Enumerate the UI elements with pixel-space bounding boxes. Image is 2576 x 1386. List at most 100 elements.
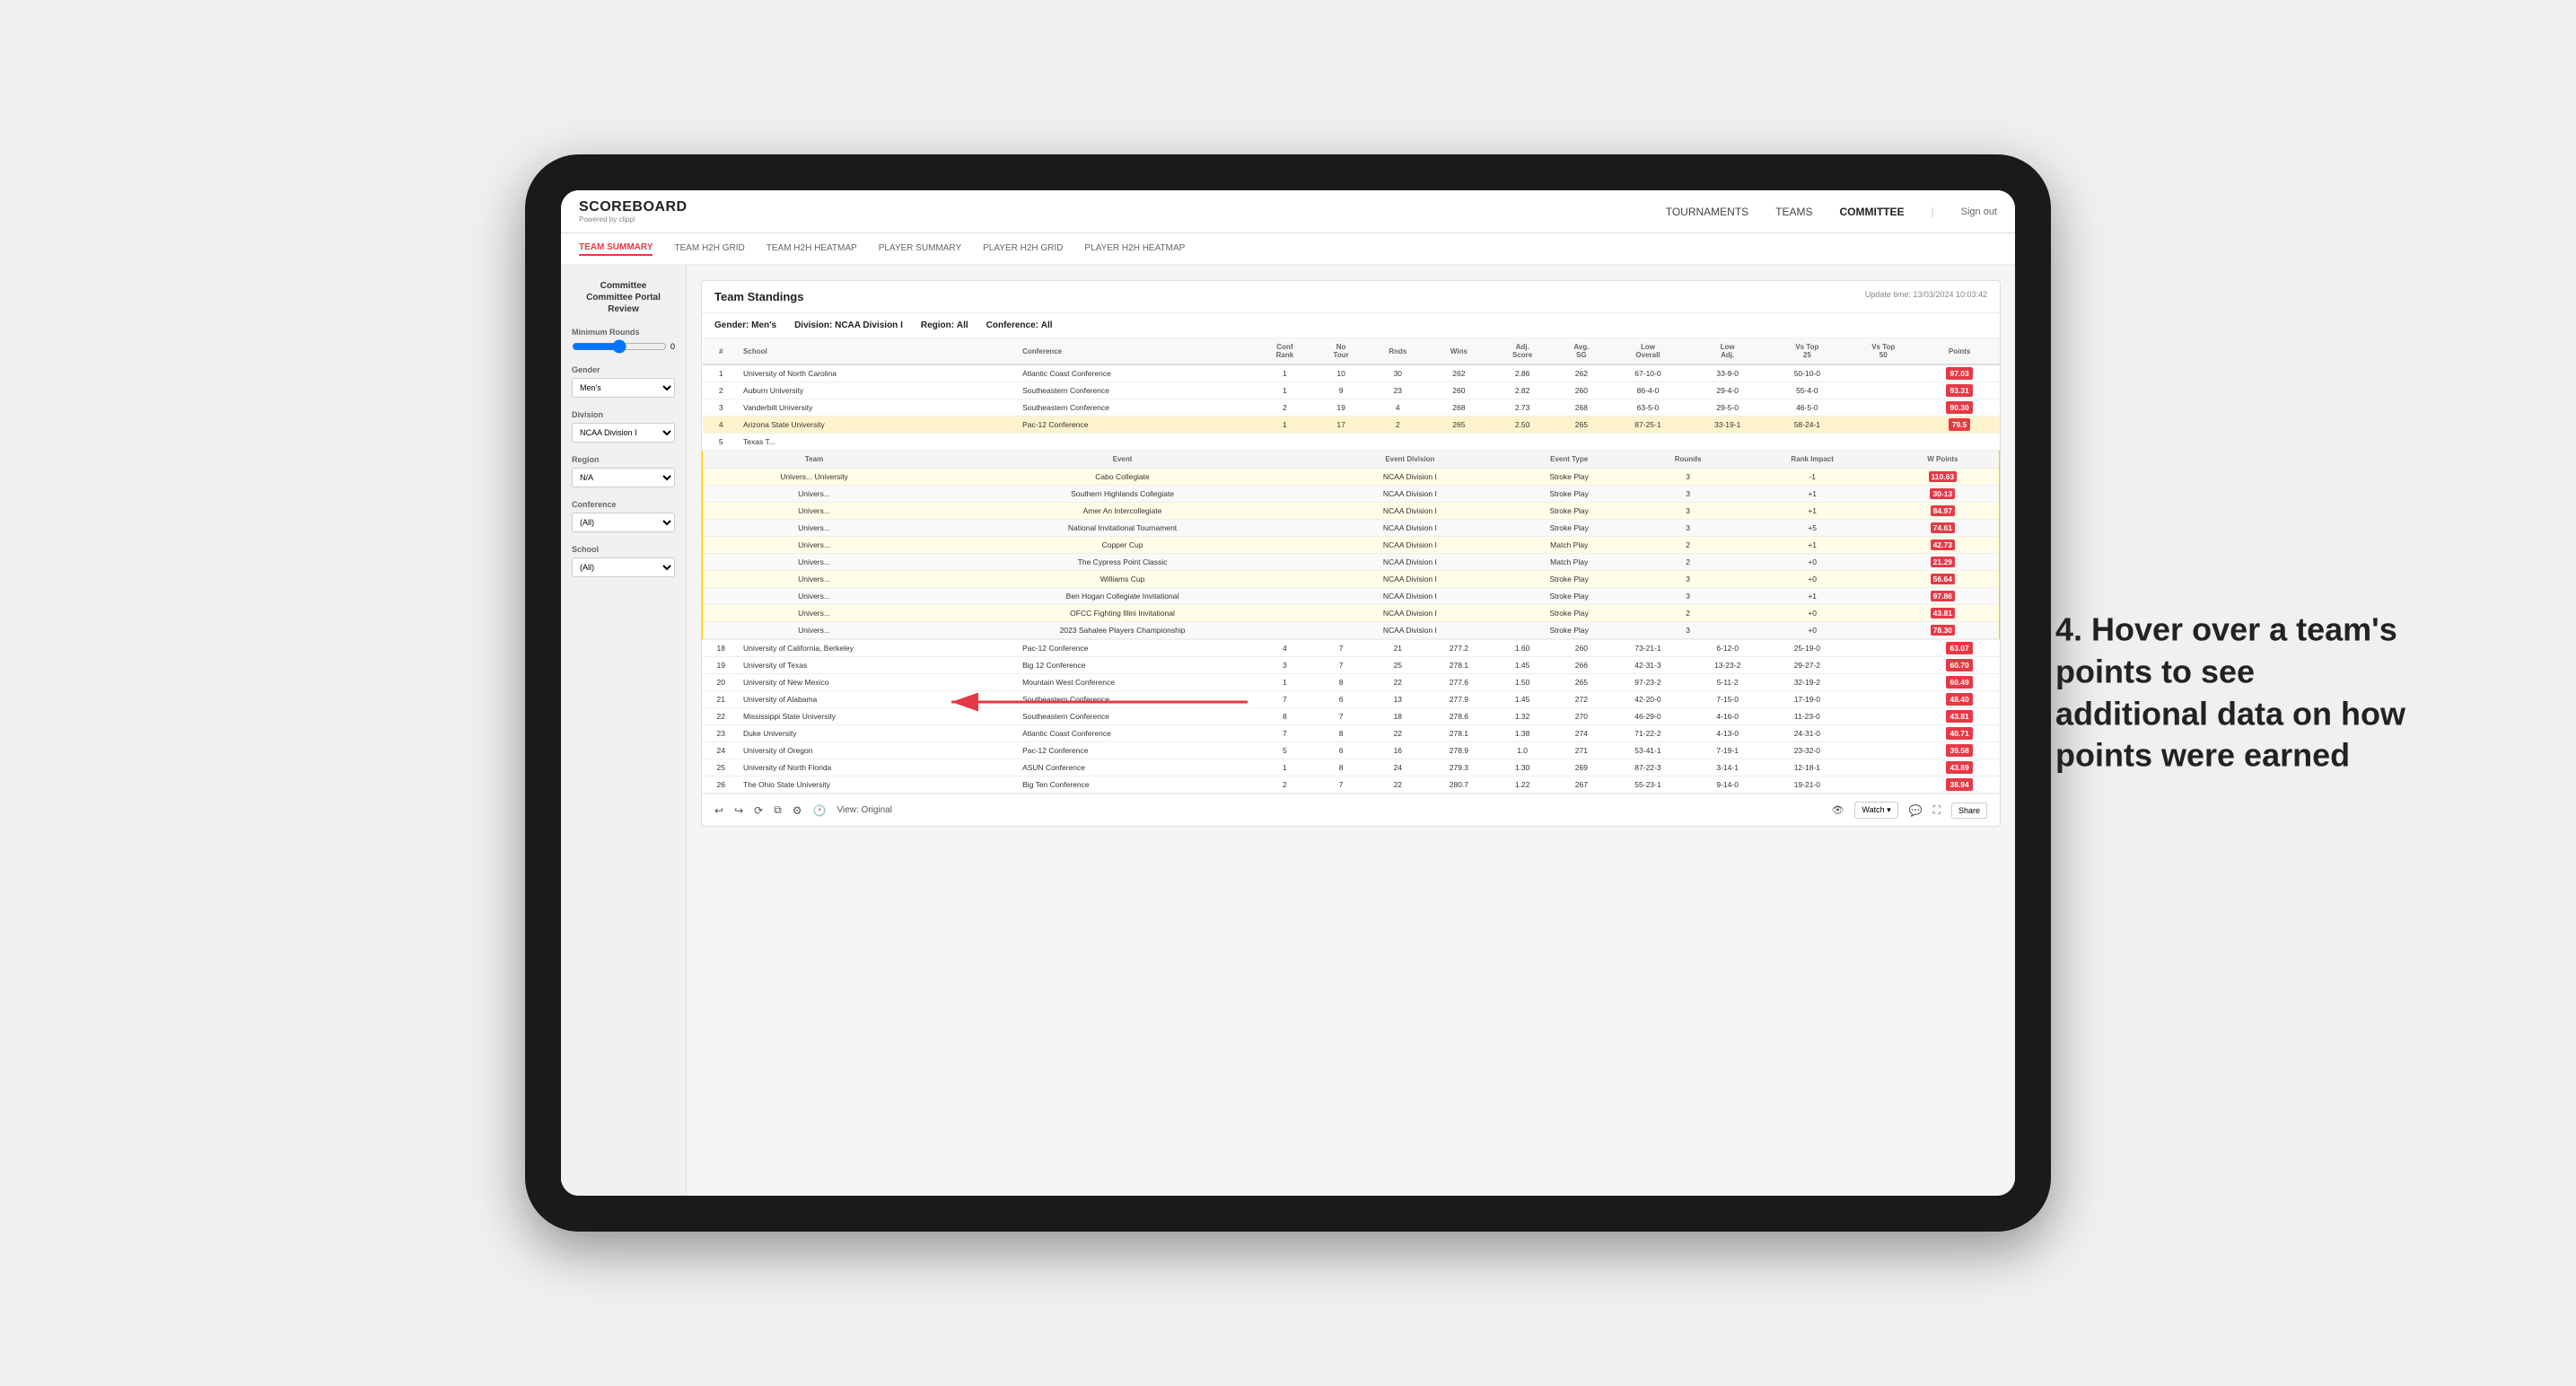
expand-icon[interactable]: ⛶ (1933, 803, 1941, 817)
table-row: 20 University of New Mexico Mountain Wes… (703, 674, 2000, 691)
event-row: Univers... The Cypress Point Classic NCA… (703, 554, 1999, 571)
table-row: 22 Mississippi State University Southeas… (703, 708, 2000, 725)
annotation-text: 4. Hover over a team's points to see add… (2055, 609, 2414, 776)
col-adj-score: Adj.Score (1490, 338, 1555, 364)
col-no-tour: NoTour (1314, 338, 1368, 364)
eye-icon: 👁 (1831, 804, 1844, 816)
event-row: Univers... OFCC Fighting Illini Invitati… (703, 605, 1999, 622)
school-select[interactable]: (All) (572, 557, 675, 577)
tab-team-summary[interactable]: TEAM SUMMARY (579, 242, 653, 256)
nav-tournaments[interactable]: TOURNAMENTS (1666, 206, 1748, 218)
tab-player-summary[interactable]: PLAYER SUMMARY (879, 243, 961, 255)
col-wins: Wins (1428, 338, 1491, 364)
nav-committee[interactable]: COMMITTEE (1840, 206, 1905, 218)
logo-text: SCOREBOARD (579, 199, 688, 215)
event-row: Univers... Williams Cup NCAA Division I … (703, 571, 1999, 588)
table-row: 2 Auburn University Southeastern Confere… (703, 382, 2000, 399)
sub-nav: TEAM SUMMARY TEAM H2H GRID TEAM H2H HEAT… (561, 233, 2015, 266)
share-button[interactable]: Share (1951, 803, 1987, 819)
filter-region: Region: All (921, 320, 968, 330)
table-row: 18 University of California, Berkeley Pa… (703, 640, 2000, 657)
col-low-overall: LowOverall (1608, 338, 1688, 364)
col-avg-sg: Avg.SG (1555, 338, 1608, 364)
sign-out-button[interactable]: Sign out (1961, 206, 1997, 217)
tab-player-h2h-grid[interactable]: PLAYER H2H GRID (983, 243, 1063, 255)
gender-section: Gender Men's (572, 365, 675, 398)
col-vs-top25: Vs Top25 (1767, 338, 1847, 364)
event-row: Univers... Amer An Intercollegiate NCAA … (703, 503, 1999, 520)
filter-conference: Conference: All (986, 320, 1053, 330)
min-rounds-slider[interactable] (572, 340, 667, 353)
col-vs-top50: Vs Top50 (1847, 338, 1920, 364)
logo-sub: Powered by clippi (579, 215, 688, 224)
nav-links: TOURNAMENTS TEAMS COMMITTEE | Sign out (1666, 206, 1997, 218)
region-select[interactable]: N/A (572, 468, 675, 487)
copy-icon[interactable]: ⧉ (774, 803, 782, 817)
filter-division: Division: NCAA Division I (794, 320, 903, 330)
sidebar-title: Committee Committee Portal Review (572, 280, 675, 315)
col-conference: Conference (1019, 338, 1256, 364)
event-row: Univers... 2023 Sahalee Players Champion… (703, 622, 1999, 639)
logo-area: SCOREBOARD Powered by clippi (579, 199, 688, 224)
table-row: 1 University of North Carolina Atlantic … (703, 364, 2000, 382)
toolbar-left: ↩ ↪ ⟳ ⧉ ⚙ 🕐 View: Original (714, 803, 892, 817)
settings-icon[interactable]: ⚙ (793, 804, 802, 817)
report-title: Team Standings (714, 290, 803, 303)
report-header: Team Standings Update time: 13/03/2024 1… (702, 281, 2000, 313)
division-select[interactable]: NCAA Division I (572, 423, 675, 443)
sidebar: Committee Committee Portal Review Minimu… (561, 266, 687, 1196)
content-area: Team Standings Update time: 13/03/2024 1… (687, 266, 2015, 1196)
tab-player-h2h-heatmap[interactable]: PLAYER H2H HEATMAP (1084, 243, 1185, 255)
min-rounds-label: Minimum Rounds (572, 328, 675, 337)
toolbar: ↩ ↪ ⟳ ⧉ ⚙ 🕐 View: Original 👁 Watch ▾ 💬 (702, 794, 2000, 826)
event-row: Univers... National Invitational Tournam… (703, 520, 1999, 537)
col-rank: # (703, 338, 740, 364)
gender-label: Gender (572, 365, 675, 374)
main-content: Committee Committee Portal Review Minimu… (561, 266, 2015, 1196)
table-row: 25 University of North Florida ASUN Conf… (703, 759, 2000, 776)
expanded-row-header: Team Event Event Division Event Type Rou… (703, 451, 2000, 640)
watch-button[interactable]: Watch ▾ (1854, 802, 1897, 819)
view-original-label: View: Original (837, 805, 892, 815)
event-row: Univers... University Cabo Collegiate NC… (703, 469, 1999, 486)
event-row: Univers... Ben Hogan Collegiate Invitati… (703, 588, 1999, 605)
filter-gender: Gender: Men's (714, 320, 776, 330)
clock-icon[interactable]: 🕐 (813, 804, 827, 817)
expanded-events-table: Team Event Event Division Event Type Rou… (703, 451, 1999, 639)
table-row: 3 Vanderbilt University Southeastern Con… (703, 399, 2000, 417)
table-row: 5 Texas T... (703, 434, 2000, 451)
tab-team-h2h-heatmap[interactable]: TEAM H2H HEATMAP (767, 243, 857, 255)
school-label: School (572, 545, 675, 554)
conference-select[interactable]: (All) (572, 513, 675, 532)
region-label: Region (572, 455, 675, 464)
top-nav: SCOREBOARD Powered by clippi TOURNAMENTS… (561, 190, 2015, 233)
table-container: # School Conference ConfRank NoTour Rnds… (702, 338, 2000, 794)
table-row: 24 University of Oregon Pac-12 Conferenc… (703, 742, 2000, 759)
undo-icon[interactable]: ↩ (714, 804, 723, 817)
conference-section: Conference (All) (572, 500, 675, 532)
division-section: Division NCAA Division I (572, 410, 675, 443)
school-section: School (All) (572, 545, 675, 577)
refresh-icon[interactable]: ⟳ (754, 804, 763, 817)
gender-select[interactable]: Men's (572, 378, 675, 398)
toolbar-right: 👁 Watch ▾ 💬 ⛶ Share (1831, 802, 1987, 819)
event-row: Univers... Southern Highlands Collegiate… (703, 486, 1999, 503)
col-conf-rank: ConfRank (1256, 338, 1315, 364)
table-row: 19 University of Texas Big 12 Conference… (703, 657, 2000, 674)
filters-bar: Gender: Men's Division: NCAA Division I … (702, 313, 2000, 338)
col-low-adj: LowAdj. (1687, 338, 1767, 364)
comment-icon[interactable]: 💬 (1909, 804, 1923, 817)
report-panel: Team Standings Update time: 13/03/2024 1… (701, 280, 2001, 827)
table-row-highlighted: 4 Arizona State University Pac-12 Confer… (703, 417, 2000, 434)
conference-label: Conference (572, 500, 675, 509)
tablet-shell: SCOREBOARD Powered by clippi TOURNAMENTS… (525, 154, 2051, 1232)
tablet-screen: SCOREBOARD Powered by clippi TOURNAMENTS… (561, 190, 2015, 1196)
region-section: Region N/A (572, 455, 675, 487)
division-label: Division (572, 410, 675, 419)
standings-table: # School Conference ConfRank NoTour Rnds… (702, 338, 2000, 794)
nav-teams[interactable]: TEAMS (1775, 206, 1812, 218)
tab-team-h2h-grid[interactable]: TEAM H2H GRID (674, 243, 744, 255)
redo-icon[interactable]: ↪ (734, 804, 743, 817)
col-points: Points (1920, 338, 2000, 364)
min-rounds-value: 0 (670, 342, 675, 351)
